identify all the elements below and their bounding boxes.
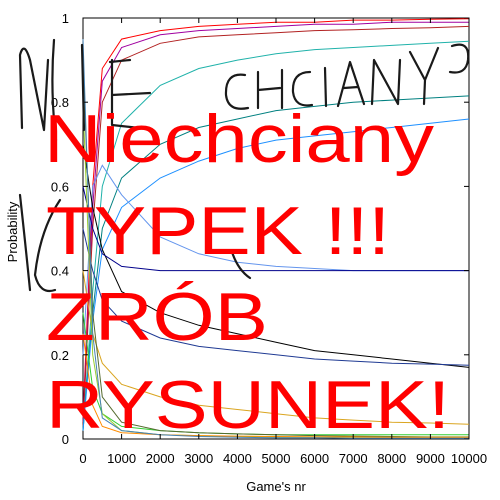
chart: 0 1000 2000 3000 4000 5000 6000 7000 8000 9000 100…: [0, 0, 500, 500]
overlay-line-3: ZRÓB: [46, 279, 268, 355]
x-tick-label: 2000: [146, 451, 175, 466]
x-tick-label: 10000: [451, 451, 487, 466]
x-tick-label: 5000: [262, 451, 291, 466]
x-tick-label: 4000: [223, 451, 252, 466]
x-axis-title: Game's nr: [246, 479, 306, 494]
overlay-line-4: RYSUNEK!: [46, 367, 450, 443]
x-tick-label: 1000: [107, 451, 136, 466]
y-tick-label: 1: [62, 11, 69, 26]
overlay-line-1: Niechciany: [44, 101, 434, 177]
overlay-line-2: TYPEK !!!: [46, 193, 390, 269]
x-tick-label: 3000: [184, 451, 213, 466]
x-tick-label: 9000: [416, 451, 445, 466]
x-tick-label: 8000: [377, 451, 406, 466]
y-axis-title: Probability: [5, 201, 20, 262]
x-tick-label: 0: [79, 451, 86, 466]
x-tick-label: 7000: [339, 451, 368, 466]
x-tick-label: 6000: [300, 451, 329, 466]
